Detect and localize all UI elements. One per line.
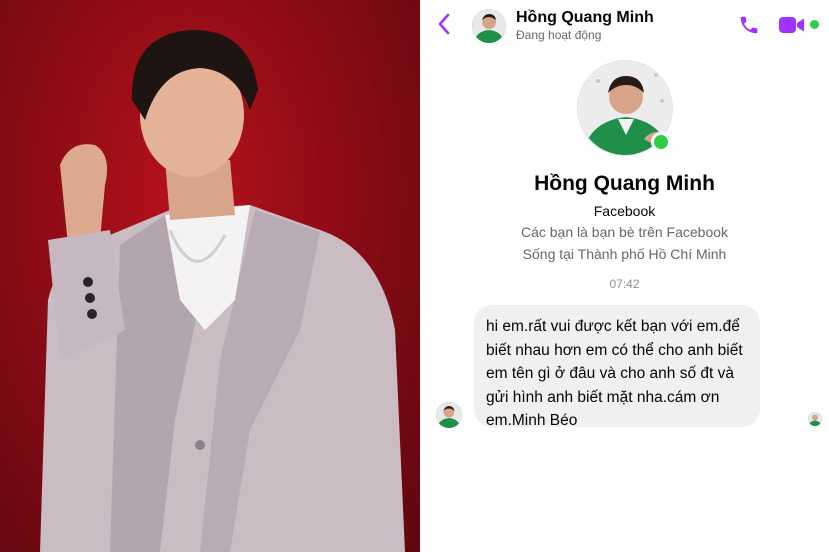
contact-name: Hồng Quang Minh bbox=[516, 9, 654, 26]
profile-online-indicator bbox=[651, 132, 671, 152]
chevron-left-icon[interactable] bbox=[436, 12, 452, 36]
portrait-illustration bbox=[40, 29, 405, 552]
seen-receipt-avatar bbox=[808, 412, 822, 426]
chat-panel: Hồng Quang Minh Đang hoạt động Hồng Quan… bbox=[420, 0, 829, 552]
phone-icon[interactable] bbox=[738, 14, 760, 36]
location-info: Sống tại Thành phố Hồ Chí Minh bbox=[522, 246, 727, 262]
contact-avatar[interactable] bbox=[472, 9, 506, 43]
friendship-info: Các bạn là bạn bè trên Facebook bbox=[520, 224, 729, 240]
chat-header: Hồng Quang Minh Đang hoạt động bbox=[420, 0, 829, 48]
portrait-photo bbox=[0, 0, 420, 552]
profile-avatar-wrapper bbox=[577, 60, 673, 156]
online-indicator bbox=[810, 20, 819, 29]
sender-avatar[interactable] bbox=[436, 402, 462, 428]
profile-name: Hồng Quang Minh bbox=[534, 172, 715, 195]
contact-status: Đang hoạt động bbox=[516, 28, 602, 42]
video-camera-icon[interactable] bbox=[778, 15, 806, 35]
profile-source: Facebook bbox=[593, 203, 656, 219]
message-timestamp: 07:42 bbox=[609, 277, 640, 291]
message-bubble[interactable]: hi em.rất vui được kết bạn với em.để biế… bbox=[474, 305, 760, 429]
